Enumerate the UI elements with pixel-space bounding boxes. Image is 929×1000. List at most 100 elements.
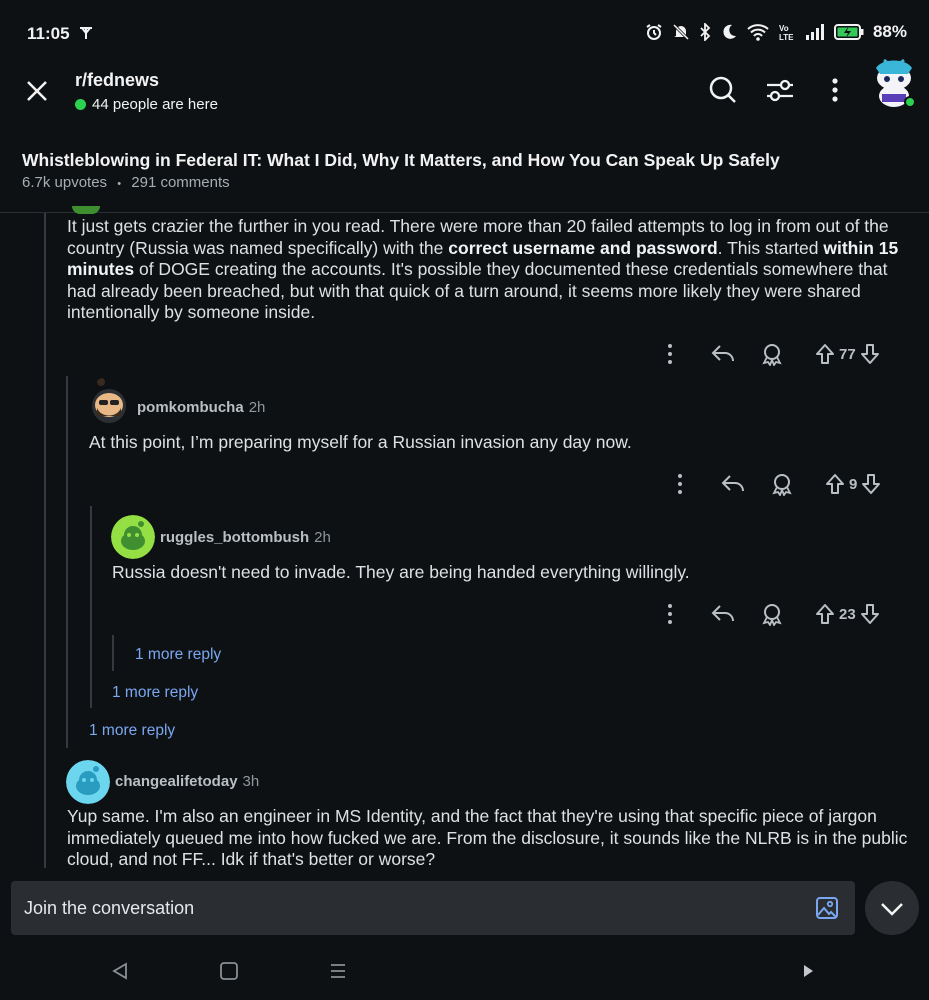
vote-count: 9	[849, 475, 858, 493]
comment-body: Yup same. I'm also an engineer in MS Ide…	[67, 806, 908, 869]
award-icon	[772, 474, 792, 496]
user-avatar[interactable]	[870, 54, 918, 110]
comment-text-part: . This started	[717, 237, 824, 258]
comment-age: 3h	[242, 773, 260, 790]
thread-line[interactable]	[90, 506, 92, 708]
upvote-button[interactable]	[814, 342, 836, 366]
back-triangle-icon	[112, 962, 127, 980]
mute-icon	[672, 23, 690, 41]
comment-actions: 23	[660, 602, 881, 626]
more-vertical-icon	[832, 78, 838, 102]
author-name[interactable]: ruggles_bottombush	[160, 529, 309, 546]
filter-sliders-icon	[767, 79, 793, 102]
bluetooth-icon	[699, 23, 711, 41]
composer-placeholder[interactable]: Join the conversation	[24, 898, 194, 919]
vote-count: 77	[839, 345, 856, 363]
close-button[interactable]	[22, 76, 52, 106]
comment-author[interactable]: changealifetoday 3h	[115, 773, 259, 790]
home-nav-button[interactable]	[219, 961, 239, 981]
author-name[interactable]: pomkombucha	[137, 399, 244, 416]
collapse-thread-button[interactable]	[865, 881, 919, 935]
comment-body: Russia doesn't need to invade. They are …	[112, 562, 690, 582]
award-button[interactable]	[760, 602, 784, 626]
avatar[interactable]	[66, 760, 110, 804]
comment-body: It just gets crazier the further in you …	[67, 216, 912, 324]
image-icon	[816, 897, 838, 919]
vote-count: 23	[839, 605, 856, 623]
keyboard-switch-button[interactable]	[800, 962, 816, 980]
comment-text-part: of DOGE creating the accounts. It's poss…	[67, 259, 888, 322]
comment-author[interactable]: pomkombucha 2h	[137, 399, 265, 416]
upvote-arrow-icon	[816, 344, 834, 364]
moon-icon	[720, 23, 738, 41]
award-icon	[762, 344, 782, 366]
award-icon	[762, 604, 782, 626]
upvote-button[interactable]	[814, 602, 836, 626]
overflow-menu-button[interactable]	[825, 76, 845, 104]
back-nav-button[interactable]	[110, 961, 130, 981]
comment-bold-part: correct username and password	[448, 237, 718, 258]
more-replies-link[interactable]: 1 more reply	[135, 646, 221, 664]
comment-more-button[interactable]	[670, 472, 690, 496]
comment-body: At this point, I’m preparing myself for …	[89, 432, 632, 452]
reply-icon	[711, 345, 734, 362]
subreddit-name[interactable]: r/fednews	[75, 70, 218, 91]
subreddit-header[interactable]: r/fednews 44 people are here	[75, 70, 218, 113]
upvote-button[interactable]	[824, 472, 846, 496]
close-icon	[27, 81, 47, 101]
more-vertical-icon	[678, 474, 682, 494]
thread-line[interactable]	[44, 213, 46, 868]
more-replies-link[interactable]: 1 more reply	[89, 722, 175, 740]
more-vertical-icon	[668, 344, 672, 364]
avatar[interactable]	[111, 515, 155, 559]
comment-count: 291 comments	[131, 174, 230, 191]
reply-button[interactable]	[720, 472, 746, 496]
recents-lines-icon	[331, 964, 345, 978]
comment-actions: 9	[670, 472, 882, 496]
add-image-button[interactable]	[815, 896, 839, 920]
comment-more-button[interactable]	[660, 342, 680, 366]
reply-button[interactable]	[710, 602, 736, 626]
reply-icon	[721, 475, 744, 492]
recents-nav-button[interactable]	[328, 961, 348, 981]
cell-signal-icon	[805, 23, 825, 41]
status-icons: Vo LTE 88%	[645, 22, 907, 42]
comment-actions: 77	[660, 342, 881, 366]
online-dot-icon	[75, 99, 86, 110]
downvote-button[interactable]	[860, 472, 882, 496]
upvote-count: 6.7k upvotes	[22, 174, 108, 191]
comment-more-button[interactable]	[660, 602, 680, 626]
award-button[interactable]	[770, 472, 794, 496]
status-time: 11:05	[27, 24, 70, 43]
downvote-arrow-icon	[860, 604, 879, 624]
meta-separator: •	[117, 178, 122, 190]
reply-button[interactable]	[710, 342, 736, 366]
snoo-avatar-icon	[92, 378, 126, 423]
chevron-down-icon	[881, 903, 903, 916]
status-bar: 11:05 Vo LTE 88%	[0, 0, 929, 68]
snoo-avatar-icon	[876, 58, 916, 108]
author-name[interactable]: changealifetoday	[115, 773, 238, 790]
comment-author[interactable]: ruggles_bottombush 2h	[160, 529, 331, 546]
battery-icon	[833, 23, 864, 41]
post-title[interactable]: Whistleblowing in Federal IT: What I Did…	[22, 150, 780, 171]
system-nav-bar	[0, 945, 929, 1000]
home-square-icon	[220, 962, 238, 980]
search-button[interactable]	[708, 75, 738, 105]
signal-tower-icon	[78, 25, 94, 41]
thread-line[interactable]	[66, 376, 68, 748]
alarm-icon	[645, 23, 663, 41]
sort-filter-button[interactable]	[765, 76, 795, 104]
downvote-button[interactable]	[859, 342, 881, 366]
downvote-arrow-icon	[862, 474, 881, 494]
more-replies-link[interactable]: 1 more reply	[112, 684, 198, 702]
search-icon	[709, 76, 736, 103]
avatar[interactable]	[89, 376, 129, 424]
comment-age: 2h	[314, 529, 331, 546]
downvote-button[interactable]	[859, 602, 881, 626]
downvote-arrow-icon	[860, 344, 879, 364]
svg-text:LTE: LTE	[779, 33, 794, 41]
more-vertical-icon	[668, 604, 672, 624]
thread-line[interactable]	[112, 635, 114, 671]
award-button[interactable]	[760, 342, 784, 366]
